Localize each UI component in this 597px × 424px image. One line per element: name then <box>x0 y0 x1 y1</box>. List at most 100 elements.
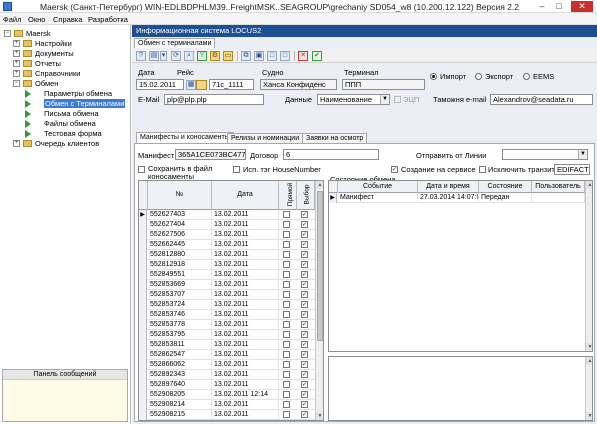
tree-node[interactable]: Обмен с Терминалами <box>0 99 130 108</box>
select-checkbox[interactable]: ✓ <box>301 391 308 398</box>
expand-icon[interactable]: + <box>13 50 20 57</box>
row-header[interactable] <box>139 260 147 270</box>
select-checkbox[interactable]: ✓ <box>301 371 308 378</box>
tree-node[interactable]: + Очередь клиентов <box>0 139 130 148</box>
print-dropdown-icon[interactable]: ▾ <box>160 51 167 61</box>
cell-date[interactable]: 13.02.2011 <box>212 310 279 320</box>
tree-node[interactable]: − Maersk <box>0 29 130 38</box>
open-icon[interactable]: ▭ <box>223 51 233 61</box>
column-state[interactable]: Состояние <box>479 181 532 193</box>
tree-node[interactable]: + Отчеты <box>0 59 130 68</box>
direct-checkbox[interactable] <box>283 221 290 228</box>
cell-date[interactable]: 13.02.2011 <box>212 260 279 270</box>
direct-checkbox[interactable] <box>283 281 290 288</box>
maximize-button[interactable]: □ <box>552 1 566 12</box>
send-from-line-select[interactable]: ▼ <box>502 149 588 160</box>
voyage-field[interactable]: 71c_1111 <box>209 79 254 90</box>
table-row[interactable]: ▶ Манифест 27.03.2014 14:07:05 Передан <box>329 193 585 203</box>
refresh-icon[interactable]: ⟳ <box>171 51 181 61</box>
cell-number[interactable]: 552897640 <box>148 380 212 390</box>
table-row[interactable]: 552627506 13.02.2011 ✓ <box>139 230 315 240</box>
tree-node[interactable]: − Обмен <box>0 79 130 88</box>
settings-icon[interactable]: ⚙ <box>210 51 220 61</box>
current-row-icon[interactable]: ▶ <box>139 210 147 220</box>
cell-number[interactable]: 552812880 <box>148 250 212 260</box>
column-direct[interactable]: Прямой <box>279 181 297 210</box>
cell-number[interactable]: 552908215 <box>148 410 212 420</box>
scroll-down-icon[interactable]: ▼ <box>316 412 323 420</box>
exchange-grid-scrollbar[interactable]: ▲ ▼ <box>585 181 592 351</box>
cell-date[interactable]: 13.02.2011 <box>212 210 279 220</box>
table-row[interactable]: 552853778 13.02.2011 ✓ <box>139 320 315 330</box>
print-icon[interactable]: ▤ <box>149 51 159 61</box>
email-field[interactable]: plp@plp.plp <box>164 94 264 105</box>
menu-window[interactable]: Окно <box>28 15 45 24</box>
date-field[interactable]: 15.02.2011 <box>136 79 184 90</box>
cell-date[interactable]: 13.02.2011 <box>212 370 279 380</box>
select-checkbox[interactable]: ✓ <box>301 241 308 248</box>
cell-date[interactable]: 13.02.2011 12:14 <box>212 390 279 400</box>
select-checkbox[interactable]: ✓ <box>301 281 308 288</box>
select-checkbox[interactable]: ✓ <box>301 251 308 258</box>
tree-node[interactable]: Параметры обмена <box>0 89 130 98</box>
blank-icon[interactable]: □ <box>267 51 277 61</box>
row-header[interactable] <box>139 400 147 410</box>
direct-checkbox[interactable] <box>283 341 290 348</box>
cell-date[interactable]: 13.02.2011 <box>212 410 279 420</box>
tree-node[interactable]: Файлы обмена <box>0 119 130 128</box>
column-datetime[interactable]: Дата и время <box>418 181 479 193</box>
table-row[interactable]: ▶ 552627403 13.02.2011 ✓ <box>139 210 315 220</box>
cell-date[interactable]: 13.02.2011 <box>212 280 279 290</box>
row-header[interactable] <box>139 280 147 290</box>
row-header[interactable] <box>139 310 147 320</box>
cell-number[interactable]: 552853669 <box>148 280 212 290</box>
filter-icon[interactable]: Y <box>197 51 207 61</box>
save-file-checkbox[interactable] <box>138 166 145 173</box>
table-row[interactable]: 552853795 13.02.2011 ✓ <box>139 330 315 340</box>
vessel-field[interactable]: Ханса Конфиденс <box>260 79 337 90</box>
direct-checkbox[interactable] <box>283 381 290 388</box>
cell-date[interactable]: 13.02.2011 <box>212 220 279 230</box>
cell-number[interactable]: 552812918 <box>148 260 212 270</box>
select-checkbox[interactable]: ✓ <box>301 411 308 418</box>
row-header[interactable] <box>139 370 147 380</box>
row-header[interactable] <box>139 240 147 250</box>
row-header[interactable] <box>139 330 147 340</box>
scroll-thumb[interactable] <box>317 191 323 341</box>
table-row[interactable]: 552853669 13.02.2011 ✓ <box>139 280 315 290</box>
table-row[interactable]: 552853746 13.02.2011 ✓ <box>139 310 315 320</box>
row-header[interactable] <box>139 410 147 420</box>
cell-number[interactable]: 552853707 <box>148 290 212 300</box>
folder-open-icon[interactable] <box>196 80 207 90</box>
direct-checkbox[interactable] <box>283 401 290 408</box>
select-checkbox[interactable]: ✓ <box>301 361 308 368</box>
scroll-down-icon[interactable]: ▼ <box>586 343 592 351</box>
table-row[interactable]: 552853811 13.02.2011 ✓ <box>139 340 315 350</box>
direct-checkbox[interactable] <box>283 331 290 338</box>
cell-date[interactable]: 13.02.2011 <box>212 380 279 390</box>
row-header[interactable] <box>139 380 147 390</box>
tree-node[interactable]: + Документы <box>0 49 130 58</box>
close-button[interactable]: ✕ <box>571 1 593 12</box>
table-row[interactable]: 552853724 13.02.2011 ✓ <box>139 300 315 310</box>
cell-number[interactable]: 552627403 <box>148 210 212 220</box>
select-checkbox[interactable]: ✓ <box>301 211 308 218</box>
column-date[interactable]: Дата <box>212 181 279 210</box>
manifest-field[interactable]: 365A1CE073BC477C87B58C <box>175 149 246 160</box>
column-number[interactable]: № <box>148 181 212 210</box>
select-checkbox[interactable]: ✓ <box>301 271 308 278</box>
calendar-icon[interactable]: ▦ <box>186 80 196 90</box>
row-header[interactable] <box>139 350 147 360</box>
cell-number[interactable]: 552908205 <box>148 390 212 400</box>
create-service-checkbox[interactable]: ✓ <box>391 166 398 173</box>
tree-node[interactable]: + Справочники <box>0 69 130 78</box>
cell-date[interactable]: 13.02.2011 <box>212 250 279 260</box>
table-row[interactable]: 552812880 13.02.2011 ✓ <box>139 250 315 260</box>
column-select[interactable]: Выбор <box>297 181 315 210</box>
scroll-up-icon[interactable]: ▲ <box>316 181 323 189</box>
exclude-transit-checkbox[interactable] <box>479 166 486 173</box>
row-header[interactable] <box>139 270 147 280</box>
cell-number[interactable]: 552853811 <box>148 340 212 350</box>
select-checkbox[interactable]: ✓ <box>301 381 308 388</box>
row-header[interactable] <box>139 300 147 310</box>
